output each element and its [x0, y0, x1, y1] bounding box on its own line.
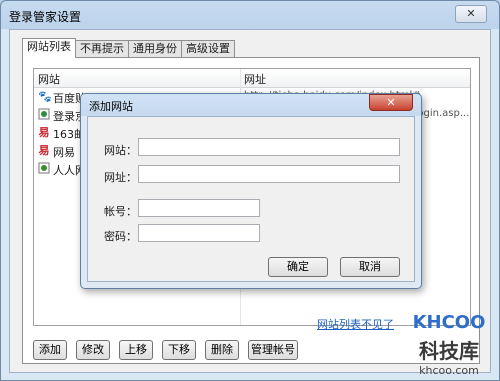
account-input[interactable] [138, 199, 260, 217]
list-item-name: 网易 [53, 146, 75, 159]
edit-button[interactable]: 修改 [76, 340, 110, 360]
tab-no-prompt[interactable]: 不再提示 [75, 40, 129, 57]
url-input[interactable] [138, 165, 400, 183]
url-label: 网址： [104, 171, 137, 184]
site-label: 网站： [104, 144, 137, 157]
password-label: 密码： [104, 230, 137, 243]
delete-button[interactable]: 删除 [205, 340, 239, 360]
document-icon [38, 162, 50, 175]
globe-icon [38, 108, 50, 121]
watermark-brand: KHCOO [412, 312, 486, 333]
column-header-url[interactable]: 网址 [244, 71, 266, 87]
account-label: 帐号： [104, 205, 137, 218]
tab-site-list[interactable]: 网站列表 [22, 38, 76, 58]
watermark-name: 科技库 [419, 339, 479, 363]
site-list-missing-link[interactable]: 网站列表不见了 [317, 316, 394, 332]
watermark-domain: khcoo.com [419, 364, 479, 377]
netease-icon: 易 [38, 126, 50, 139]
manage-accounts-button[interactable]: 管理帐号 [248, 340, 298, 360]
add-button[interactable]: 添加 [33, 340, 67, 360]
watermark-logo: KHCOO 科技库 khcoo.com [404, 312, 494, 377]
dialog-title: 添加网站 [89, 100, 133, 113]
ok-button[interactable]: 确定 [268, 257, 328, 277]
cancel-button[interactable]: 取消 [340, 257, 400, 277]
window-title: 登录管家设置 [9, 10, 82, 24]
list-header: 网站 网址 [34, 69, 470, 88]
column-header-site[interactable]: 网站 [38, 71, 60, 87]
move-up-button[interactable]: 上移 [119, 340, 153, 360]
dialog-body: 网站： 网址： 帐号： 密码： 确定 取消 [87, 116, 415, 282]
site-input[interactable] [138, 138, 400, 156]
paw-icon: 🐾 [38, 90, 52, 103]
window-close-button[interactable]: ✕ [455, 5, 487, 23]
password-input[interactable] [138, 224, 260, 242]
move-down-button[interactable]: 下移 [162, 340, 196, 360]
netease-icon: 易 [38, 144, 50, 157]
tab-advanced[interactable]: 高级设置 [181, 40, 235, 57]
tab-common-identity[interactable]: 通用身份 [128, 40, 182, 57]
add-site-dialog: 添加网站 ✕ 网站： 网址： 帐号： 密码： 确定 取消 [80, 93, 422, 289]
dialog-close-button[interactable]: ✕ [369, 94, 413, 111]
